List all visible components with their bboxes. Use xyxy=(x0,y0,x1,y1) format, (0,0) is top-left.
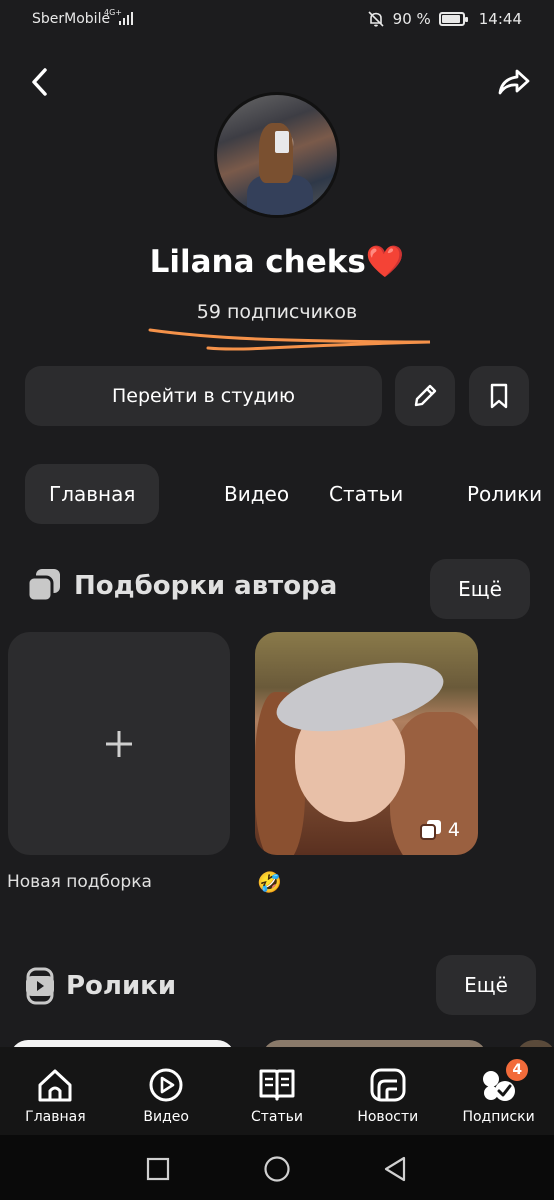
subscriber-count[interactable]: 59 подписчиков xyxy=(0,301,554,323)
go-to-studio-button[interactable]: Перейти в студию xyxy=(25,366,382,426)
shorts-title: Ролики xyxy=(66,971,177,1001)
nav-video-label: Видео xyxy=(143,1109,189,1125)
subscriptions-badge: 4 xyxy=(504,1057,531,1083)
square-icon xyxy=(146,1157,170,1181)
new-collection-card[interactable] xyxy=(8,632,230,855)
edit-button[interactable] xyxy=(395,366,455,426)
shorts-icon xyxy=(26,967,54,1005)
tab-videos[interactable]: Видео xyxy=(200,464,313,524)
tab-articles[interactable]: Статьи xyxy=(305,464,427,524)
plus-icon xyxy=(106,730,132,757)
nav-articles-label: Статьи xyxy=(250,1109,303,1125)
profile-tabs: Главная Видео Статьи Ролики xyxy=(25,464,542,524)
book-icon xyxy=(259,1069,295,1101)
share-button[interactable] xyxy=(494,62,534,102)
battery-icon xyxy=(438,12,468,26)
nav-home[interactable]: Главная xyxy=(0,1047,111,1135)
status-bar: SberMobile 4G+ 90 % 14:44 xyxy=(0,0,554,40)
mute-bell-icon xyxy=(368,11,384,27)
back-button[interactable] xyxy=(20,62,60,102)
home-system-button[interactable] xyxy=(263,1155,291,1183)
collections-more-button[interactable]: Ещё xyxy=(430,559,530,619)
circle-icon xyxy=(264,1156,290,1182)
share-arrow-icon xyxy=(498,69,530,95)
signal-icon xyxy=(119,12,133,25)
new-collection-label: Новая подборка xyxy=(7,872,152,892)
tab-shorts[interactable]: Ролики xyxy=(443,464,554,524)
collection-card[interactable]: 4 xyxy=(255,632,478,855)
collections-icon xyxy=(26,569,60,603)
stack-icon xyxy=(419,820,441,840)
shorts-more-button[interactable]: Ещё xyxy=(436,955,536,1015)
profile-name: Lilana cheks❤️ xyxy=(149,244,405,280)
collection-label: 🤣 xyxy=(257,870,282,894)
tab-main[interactable]: Главная xyxy=(25,464,160,524)
home-icon xyxy=(38,1069,72,1102)
bottom-navigation: Главная Видео Статьи Новости Подписки 4 xyxy=(0,1047,554,1135)
pencil-icon xyxy=(414,384,437,407)
video-play-icon xyxy=(149,1068,183,1102)
news-icon xyxy=(370,1068,406,1102)
collections-title: Подборки автора xyxy=(74,571,338,601)
collection-count-value: 4 xyxy=(447,819,460,841)
nav-news-label: Новости xyxy=(357,1109,419,1125)
bookmark-button[interactable] xyxy=(469,366,529,426)
collections-header: Подборки автора xyxy=(24,566,337,606)
nav-subscriptions[interactable]: Подписки 4 xyxy=(443,1047,554,1135)
orange-underline-scribble xyxy=(148,328,431,351)
triangle-back-icon xyxy=(384,1156,406,1182)
recent-apps-button[interactable] xyxy=(144,1155,172,1183)
nav-subscriptions-label: Подписки xyxy=(462,1109,535,1125)
system-navigation xyxy=(0,1135,554,1200)
shorts-header: Ролики xyxy=(24,966,176,1006)
nav-video[interactable]: Видео xyxy=(111,1047,222,1135)
nav-articles[interactable]: Статьи xyxy=(222,1047,333,1135)
avatar[interactable] xyxy=(214,92,340,218)
clock: 14:44 xyxy=(478,10,522,28)
collection-item-count: 4 xyxy=(419,819,460,841)
bookmark-icon xyxy=(490,383,508,409)
carrier-name: SberMobile xyxy=(32,11,111,27)
chevron-left-icon xyxy=(32,68,47,96)
battery-percent: 90 % xyxy=(392,10,431,28)
system-back-button[interactable] xyxy=(381,1155,409,1183)
nav-news[interactable]: Новости xyxy=(332,1047,443,1135)
nav-home-label: Главная xyxy=(25,1109,86,1125)
